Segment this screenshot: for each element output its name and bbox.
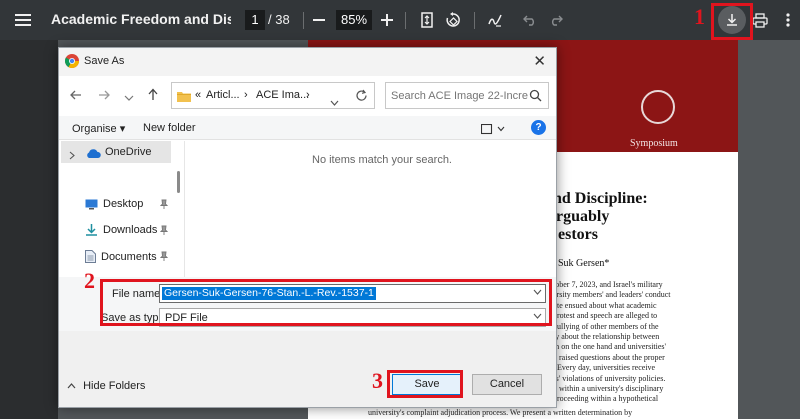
zoom-level-input[interactable]: 85% <box>336 10 372 30</box>
symposium-label: Symposium <box>630 138 678 149</box>
cancel-button[interactable]: Cancel <box>472 374 542 395</box>
refresh-icon[interactable] <box>355 89 368 107</box>
pdf-toolbar: Academic Freedom and Disciplin... 1 / 38… <box>0 0 800 40</box>
toolbar-divider <box>405 12 406 29</box>
onedrive-cloud-icon <box>85 146 101 164</box>
pin-icon <box>159 251 169 263</box>
annotation-number-2: 2 <box>84 268 95 293</box>
dialog-title: Save As <box>84 55 125 67</box>
nav-item-downloads[interactable]: Downloads <box>85 224 157 236</box>
recent-locations-chevron-icon[interactable] <box>124 89 134 105</box>
zoom-in-button[interactable] <box>379 12 395 28</box>
annotate-icon[interactable] <box>486 11 504 29</box>
expand-chevron-icon[interactable] <box>69 147 75 165</box>
undo-icon[interactable] <box>522 12 538 28</box>
breadcrumb-separator: › <box>244 89 248 101</box>
fit-page-icon[interactable] <box>419 11 435 29</box>
search-box[interactable] <box>385 82 549 109</box>
toolbar-divider <box>474 12 475 29</box>
address-bar[interactable]: « Articl... › ACE Ima... › <box>171 82 375 109</box>
breadcrumb-articles[interactable]: Articl... <box>206 89 240 101</box>
body-line: o raised questions about the proper <box>553 352 665 362</box>
viewer-background <box>738 40 800 419</box>
more-options-icon[interactable] <box>782 11 794 29</box>
university-seal-icon <box>641 90 675 124</box>
toolbar-divider <box>303 12 304 29</box>
breadcrumb-overflow[interactable]: « <box>195 89 201 101</box>
documents-icon <box>85 250 96 263</box>
chrome-icon <box>65 54 79 68</box>
pdf-bottom-line: university's complaint adjudication proc… <box>368 408 633 417</box>
breadcrumb-ace-image[interactable]: ACE Ima... <box>256 89 309 101</box>
new-folder-button[interactable]: New folder <box>143 122 196 134</box>
hide-folders-button[interactable]: Hide Folders <box>67 380 145 392</box>
save-as-dialog: Save As ✕ « Articl... › ACE Ima... › Sea… <box>58 47 557 408</box>
body-line: d within a university's disciplinary <box>553 384 664 394</box>
pdf-author: Suk Gersen* <box>558 258 610 269</box>
empty-folder-message: No items match your search. <box>312 154 452 166</box>
pin-icon <box>159 199 169 211</box>
nav-item-label: OneDrive <box>105 146 152 158</box>
nav-item-onedrive[interactable]: OneDrive <box>61 141 171 163</box>
body-line: ty about the relationship between <box>553 332 660 342</box>
search-icon <box>529 89 542 107</box>
nav-item-label: Documents <box>101 250 157 263</box>
downloads-arrow-icon <box>86 224 97 236</box>
body-line: protest and speech are alleged to <box>553 311 658 321</box>
body-line: ute ensued about what academic <box>553 300 657 310</box>
view-options-icon[interactable] <box>480 122 505 140</box>
body-line: m on the one hand and universities' <box>553 342 666 352</box>
print-icon[interactable] <box>751 11 769 29</box>
body-line: rs' violations of university policies. <box>553 373 666 383</box>
rotate-icon[interactable] <box>444 11 462 29</box>
forward-arrow-icon[interactable] <box>98 88 110 104</box>
body-line: ersity members' and leaders' conduct <box>553 290 671 300</box>
title-line: rguably <box>556 208 610 225</box>
dialog-nav-row: « Articl... › ACE Ima... › <box>59 76 556 116</box>
navigation-pane: OneDrive Desktop Downloads Documents <box>59 141 185 277</box>
folder-icon <box>177 89 191 107</box>
pdf-article-title: nd Discipline: rguably estors <box>553 190 648 244</box>
chevron-up-icon <box>67 383 76 389</box>
title-line: nd Discipline: <box>553 190 648 207</box>
menu-icon[interactable] <box>10 8 36 32</box>
page-number-input[interactable]: 1 <box>245 10 265 30</box>
nav-item-desktop[interactable]: Desktop <box>85 198 143 210</box>
nav-pane-scrollbar[interactable] <box>177 171 180 193</box>
dialog-titlebar: Save As ✕ <box>59 48 556 76</box>
command-bar: Organise ▾ New folder ? <box>59 116 556 140</box>
desktop-icon <box>85 199 98 209</box>
back-arrow-icon[interactable] <box>70 88 82 104</box>
body-line: proceeding within a hypothetical <box>553 394 659 404</box>
annotation-box-filename <box>100 279 552 326</box>
title-line: estors <box>558 226 598 243</box>
close-icon[interactable]: ✕ <box>533 52 546 70</box>
help-icon[interactable]: ? <box>531 120 546 135</box>
nav-item-documents[interactable]: Documents <box>85 250 157 263</box>
annotation-number-3: 3 <box>372 368 383 393</box>
pin-icon <box>159 225 169 237</box>
breadcrumb-separator: › <box>306 89 310 101</box>
document-title: Academic Freedom and Disciplin... <box>51 11 231 27</box>
viewer-background <box>0 40 58 419</box>
body-line: tober 7, 2023, and Israel's military <box>553 280 663 289</box>
organise-button[interactable]: Organise ▾ <box>72 122 125 135</box>
annotation-number-1: 1 <box>694 4 705 29</box>
body-line: bullying of other members of the <box>553 321 659 331</box>
up-arrow-icon[interactable] <box>147 88 159 104</box>
hide-folders-label: Hide Folders <box>83 380 146 392</box>
page-total: / 38 <box>268 12 290 27</box>
body-line: . Every day, universities receive <box>553 363 656 373</box>
nav-item-label: Desktop <box>103 198 144 210</box>
pdf-body-text: tober 7, 2023, and Israel's military ers… <box>553 280 733 405</box>
address-dropdown-icon[interactable] <box>330 93 339 111</box>
nav-item-label: Downloads <box>103 224 158 236</box>
search-input[interactable] <box>391 88 529 104</box>
annotation-box-download <box>711 3 753 40</box>
redo-icon[interactable] <box>548 12 564 28</box>
annotation-box-save <box>387 370 463 398</box>
dialog-footer: Hide Folders Save Cancel <box>59 331 556 407</box>
zoom-out-button[interactable] <box>311 12 327 28</box>
